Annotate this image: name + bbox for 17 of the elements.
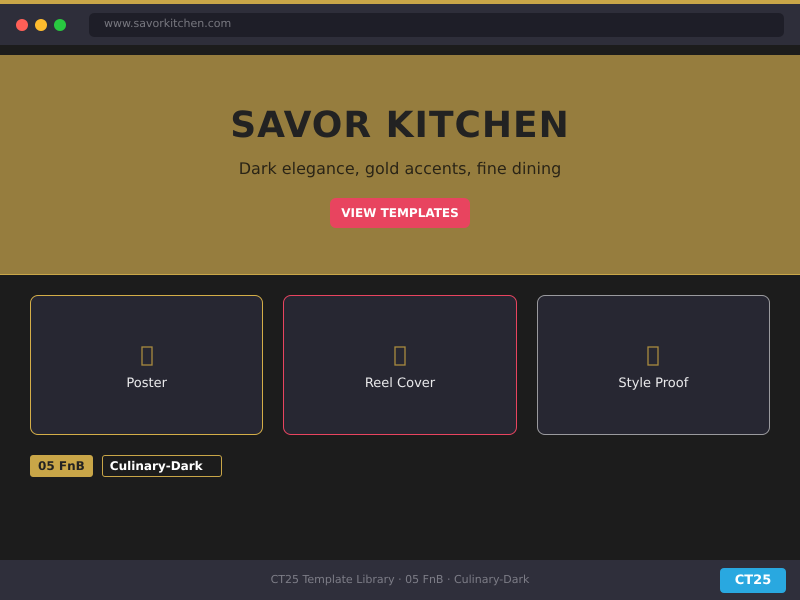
- hero-subtitle: Dark elegance, gold accents, fine dining: [238, 158, 562, 180]
- footer-text: CT25 Template Library · 05 FnB · Culinary-Dark: [270, 572, 530, 588]
- hero-title: SAVOR KITCHEN: [230, 105, 570, 147]
- tag: Culinary-Dark: [102, 455, 222, 477]
- footer-badge: CT25: [720, 568, 786, 593]
- template-card[interactable]: Reel Cover: [283, 295, 517, 435]
- template-card[interactable]: Poster: [30, 295, 264, 435]
- placeholder-glyph-icon: [647, 346, 660, 366]
- address-bar[interactable]: www.savorkitchen.com: [89, 12, 784, 36]
- placeholder-glyph-icon: [394, 346, 406, 366]
- template-card[interactable]: Style Proof: [536, 295, 770, 435]
- card-label: Poster: [126, 375, 167, 394]
- placeholder-glyph-icon: [140, 346, 153, 366]
- view-templates-button[interactable]: VIEW TEMPLATES: [330, 198, 470, 228]
- card-label: Reel Cover: [364, 375, 436, 394]
- tag: 05 FnB: [30, 455, 93, 477]
- card-label: Style Proof: [618, 375, 688, 394]
